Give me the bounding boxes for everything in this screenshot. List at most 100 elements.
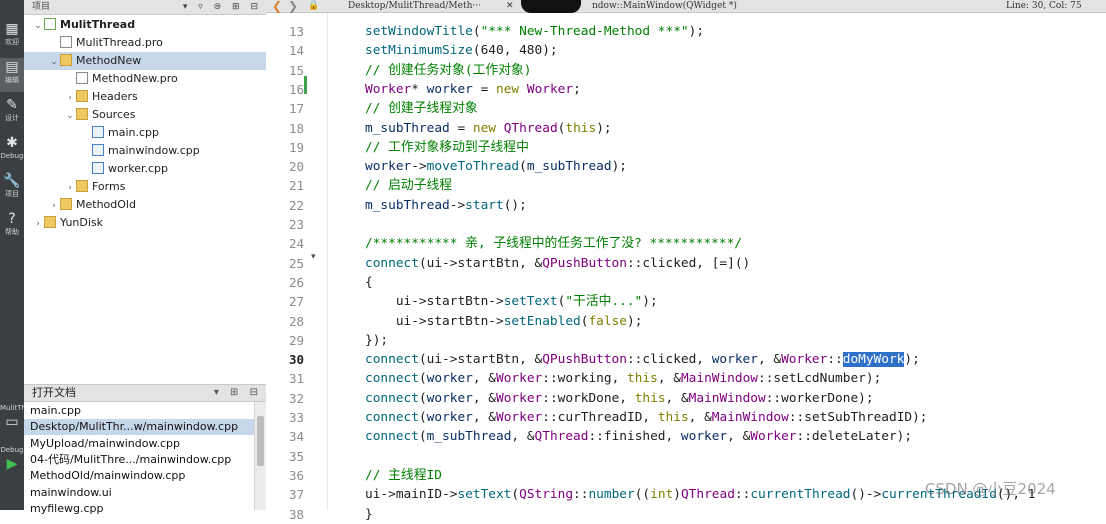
folder-file-icon bbox=[76, 180, 88, 192]
tree-item[interactable]: ⌄ Sources bbox=[24, 106, 266, 124]
code-line[interactable]: { bbox=[365, 273, 373, 292]
chevron-right-icon[interactable]: › bbox=[48, 197, 60, 215]
code-line[interactable]: m_subThread->start(); bbox=[365, 196, 527, 215]
code-editor[interactable]: setWindowTitle("*** New-Thread-Method **… bbox=[328, 13, 1106, 522]
chevron-down-icon[interactable]: ⌄ bbox=[48, 53, 60, 71]
chevron-right-icon[interactable]: › bbox=[64, 179, 76, 197]
tree-item-label: Headers bbox=[92, 90, 138, 103]
tree-item[interactable]: MulitThread.pro bbox=[24, 34, 266, 52]
folder-file-icon bbox=[76, 90, 88, 102]
code-line[interactable]: // 启动子线程 bbox=[365, 176, 452, 195]
close-file-icon[interactable]: ✕ bbox=[506, 0, 514, 13]
code-line[interactable]: setWindowTitle("*** New-Thread-Method **… bbox=[365, 22, 704, 41]
fold-arrow-icon[interactable]: ▾ bbox=[311, 252, 316, 262]
kit-icon: ▭ bbox=[5, 414, 19, 430]
code-line[interactable]: // 工作对象移动到子线程中 bbox=[365, 138, 529, 157]
code-line[interactable]: connect(ui->startBtn, &QPushButton::clic… bbox=[365, 350, 920, 369]
line-number-gutter: 13 14 15 16 17 18 19 20 21 22 23 24 25 26 27 28 29 30 31 32… bbox=[266, 13, 328, 522]
chevron-right-icon[interactable]: › bbox=[32, 215, 44, 233]
line-number: 13 bbox=[288, 24, 304, 39]
open-documents-list: myfilewg.cpp mainwindow.ui MethodOld/mainw… bbox=[24, 402, 266, 515]
mode-kit[interactable]: MulitThread ▭ bbox=[0, 404, 24, 438]
mode-debug[interactable]: ✱ Debug bbox=[0, 134, 24, 168]
open-document-item[interactable]: myfilewg.cpp bbox=[30, 501, 103, 517]
line-number: 18 bbox=[288, 120, 304, 136]
code-line[interactable]: } bbox=[365, 505, 373, 524]
line-number: 27 bbox=[288, 294, 304, 310]
code-line[interactable]: // 主线程ID bbox=[365, 466, 442, 485]
folder-file-icon bbox=[44, 216, 56, 228]
open-document-item[interactable]: mainwindow.ui bbox=[30, 485, 112, 501]
folder-file-icon bbox=[60, 54, 72, 66]
forward-arrow-icon[interactable]: ❯ bbox=[288, 0, 298, 13]
tree-item[interactable]: › Headers bbox=[24, 88, 266, 106]
tree-item-label: Sources bbox=[92, 108, 136, 121]
project-panel-tools[interactable]: ▾ ▿ ⊜ ⊞ ⊟ bbox=[183, 0, 262, 15]
tree-item[interactable]: mainwindow.cpp bbox=[24, 142, 266, 160]
code-line[interactable]: ui->startBtn->setText("干活中..."); bbox=[365, 292, 658, 311]
code-line[interactable]: ui->startBtn->setEnabled(false); bbox=[365, 312, 643, 331]
mode-welcome[interactable]: ▦ 欢迎 bbox=[0, 20, 24, 54]
open-document-item[interactable]: Desktop/MulitThr...w/mainwindow.cpp bbox=[24, 419, 254, 436]
tree-item[interactable]: worker.cpp bbox=[24, 160, 266, 178]
line-number: 20 bbox=[288, 159, 304, 175]
tree-item[interactable]: ⌄ MulitThread bbox=[24, 16, 266, 34]
mode-run[interactable]: Debug ▶ bbox=[0, 446, 24, 480]
line-number: 38 bbox=[288, 506, 304, 522]
tree-item[interactable]: › MethodOld bbox=[24, 196, 266, 214]
tree-item-label: MethodNew.pro bbox=[92, 72, 178, 85]
chevron-down-icon[interactable]: ⌄ bbox=[64, 107, 76, 125]
code-line[interactable]: connect(worker, &Worker::curThreadID, th… bbox=[365, 408, 928, 427]
code-line[interactable]: worker->moveToThread(m_subThread); bbox=[365, 157, 627, 176]
project-panel-title: 项目 bbox=[32, 2, 51, 12]
code-line[interactable]: m_subThread = new QThread(this); bbox=[365, 119, 612, 138]
tree-item[interactable]: MethodNew.pro bbox=[24, 70, 266, 88]
tree-item[interactable]: ⌄ MethodNew bbox=[24, 52, 266, 70]
code-line[interactable]: Worker* worker = new Worker; bbox=[365, 80, 581, 99]
code-line[interactable]: // 创建子线程对象 bbox=[365, 99, 478, 118]
code-line[interactable]: connect(m_subThread, &QThread::finished,… bbox=[365, 427, 912, 446]
mode-projects[interactable]: 🔧 项目 bbox=[0, 172, 24, 206]
project-tree: ⌄ MulitThread MulitThread.pro ⌄ MethodNew Met… bbox=[24, 15, 266, 383]
tree-item-label: worker.cpp bbox=[108, 162, 169, 175]
code-line[interactable]: }); bbox=[365, 331, 388, 350]
line-number: 30 bbox=[288, 352, 304, 368]
open-document-item[interactable]: MyUpload/mainwindow.cpp bbox=[30, 436, 180, 452]
open-document-item[interactable]: main.cpp bbox=[30, 403, 81, 419]
mode-design[interactable]: ✎ 设计 bbox=[0, 96, 24, 130]
tree-item-label: YunDisk bbox=[60, 216, 104, 229]
lock-icon: 🔒 bbox=[308, 1, 320, 11]
mode-label: Debug bbox=[0, 152, 24, 160]
tree-item[interactable]: › Forms bbox=[24, 178, 266, 196]
editor-toolbar: ❮ ❯ 🔒 Desktop/MulitThread/Meth··· ✕ ndow… bbox=[266, 0, 1106, 13]
line-number: 25 bbox=[288, 255, 304, 271]
code-line[interactable]: connect(worker, &Worker::working, this, … bbox=[365, 369, 881, 388]
chevron-down-icon[interactable]: ⌄ bbox=[32, 17, 44, 35]
open-documents-scrollbar[interactable] bbox=[254, 402, 266, 510]
code-line[interactable]: /*********** 亲, 子线程中的任务工作了没? ***********… bbox=[365, 234, 742, 253]
symbol-label[interactable]: ndow::MainWindow(QWidget *) bbox=[592, 0, 737, 13]
file-path-label[interactable]: Desktop/MulitThread/Meth··· bbox=[348, 0, 481, 13]
cpp-file-icon bbox=[92, 162, 104, 174]
project-panel-header: 项目 ▾ ▿ ⊜ ⊞ ⊟ bbox=[24, 0, 266, 15]
position-label[interactable]: Line: 30, Col: 75 bbox=[1006, 0, 1082, 13]
back-arrow-icon[interactable]: ❮ bbox=[272, 0, 282, 13]
mode-help[interactable]: ? 帮助 bbox=[0, 210, 24, 244]
tree-item[interactable]: › YunDisk bbox=[24, 214, 266, 232]
mode-edit[interactable]: ▤ 编辑 bbox=[0, 58, 24, 92]
code-line[interactable]: // 创建任务对象(工作对象) bbox=[365, 61, 532, 80]
line-number: 34 bbox=[288, 429, 304, 445]
line-number: 17 bbox=[288, 101, 304, 117]
mode-label: MulitThread bbox=[0, 404, 24, 412]
code-line[interactable]: setMinimumSize(640, 480); bbox=[365, 41, 558, 60]
open-document-item[interactable]: MethodOld/mainwindow.cpp bbox=[30, 468, 185, 484]
chevron-right-icon[interactable]: › bbox=[64, 89, 76, 107]
open-documents-tools[interactable]: ▾ ⊞ ⊟ bbox=[214, 385, 262, 401]
open-document-item[interactable]: 04-代码/MulitThre.../mainwindow.cpp bbox=[30, 452, 231, 468]
code-line[interactable]: connect(ui->startBtn, &QPushButton::clic… bbox=[365, 254, 750, 273]
cpp-file-icon bbox=[92, 144, 104, 156]
qt-file-icon bbox=[44, 18, 56, 30]
code-line[interactable]: connect(worker, &Worker::workDone, this,… bbox=[365, 389, 874, 408]
mode-label: 欢迎 bbox=[5, 38, 19, 46]
tree-item[interactable]: main.cpp bbox=[24, 124, 266, 142]
